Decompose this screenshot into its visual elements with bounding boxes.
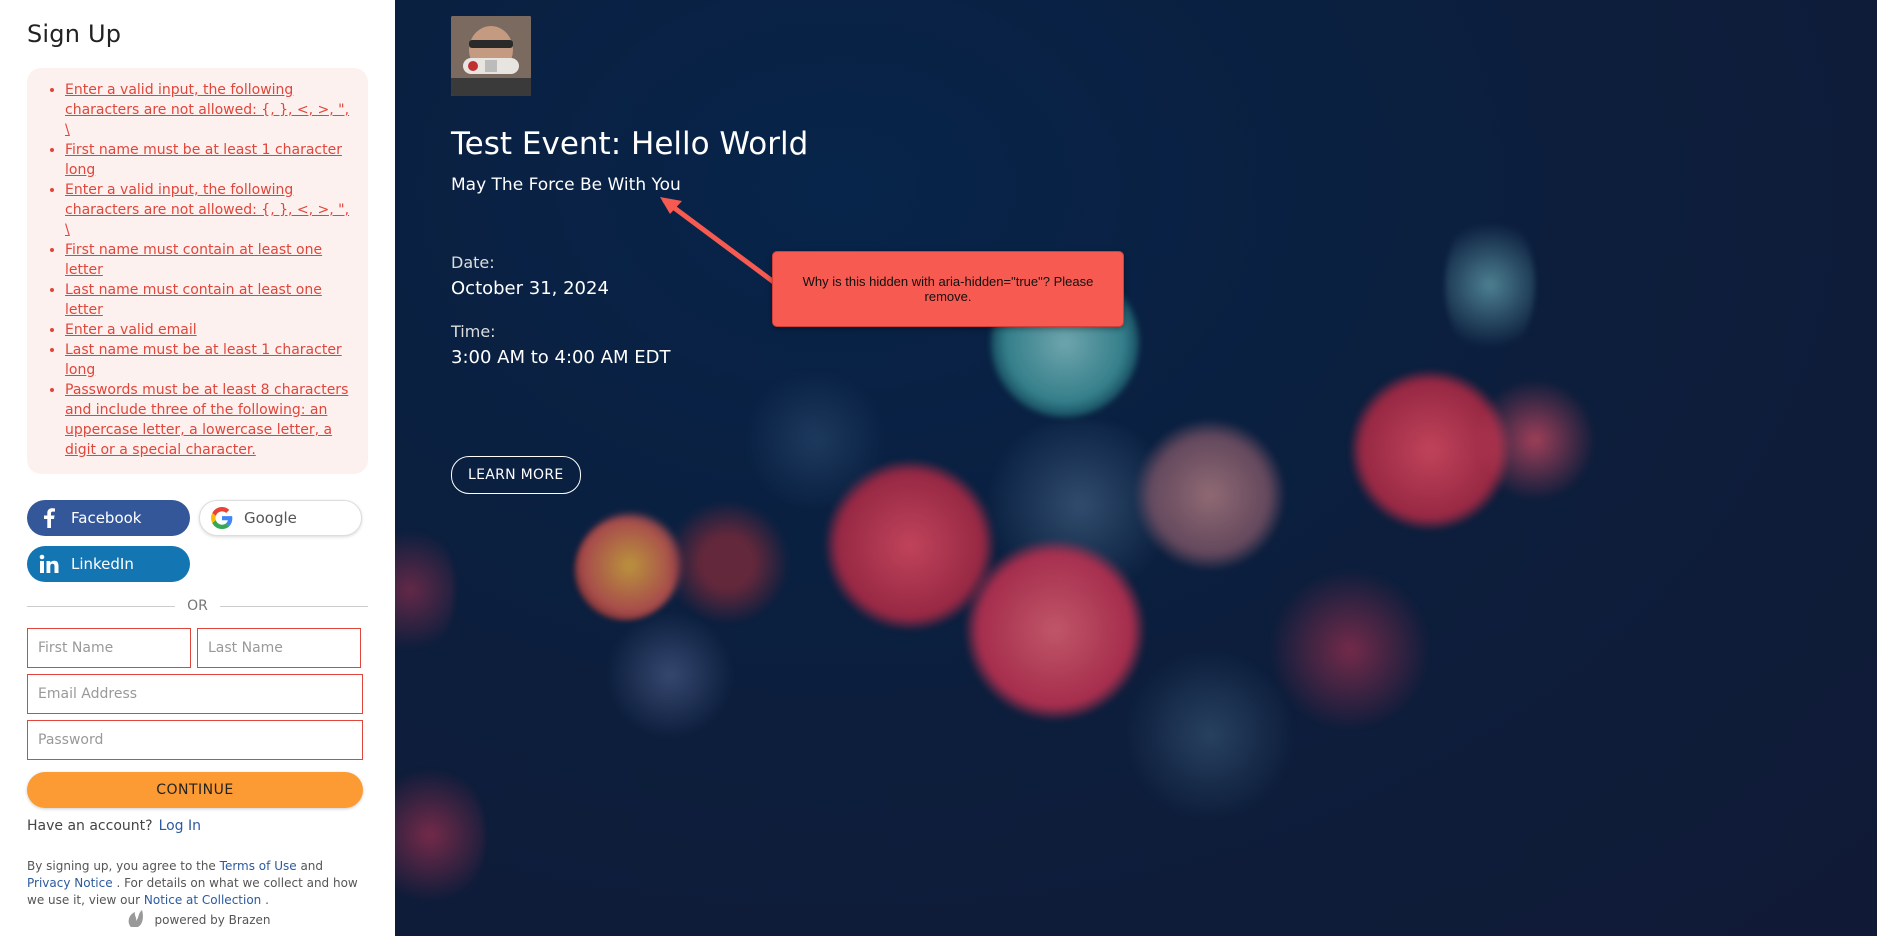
error-item[interactable]: First name must contain at least one let… bbox=[65, 240, 352, 280]
google-button[interactable]: Google bbox=[199, 500, 362, 536]
event-hero: Test Event: Hello World May The Force Be… bbox=[395, 0, 1877, 936]
divider-line bbox=[219, 605, 368, 607]
error-item[interactable]: Last name must contain at least one lett… bbox=[65, 280, 352, 320]
google-label: Google bbox=[244, 509, 297, 527]
privacy-link[interactable]: Privacy Notice bbox=[27, 876, 113, 890]
error-item[interactable]: Passwords must be at least 8 characters … bbox=[65, 380, 352, 460]
page-title: Sign Up bbox=[27, 20, 122, 48]
notice-collection-link[interactable]: Notice at Collection bbox=[144, 893, 261, 907]
or-divider: OR bbox=[27, 598, 368, 614]
terms-link[interactable]: Terms of Use bbox=[220, 859, 297, 873]
facebook-icon bbox=[27, 508, 71, 528]
have-account-text: Have an account? bbox=[27, 818, 153, 834]
powered-by: powered by Brazen bbox=[0, 907, 395, 932]
last-name-field[interactable]: Last Name bbox=[197, 628, 361, 668]
linkedin-button[interactable]: LinkedIn bbox=[27, 546, 190, 582]
legal-text: By signing up, you agree to the Terms of… bbox=[27, 859, 358, 907]
social-login-group: Facebook Google LinkedIn bbox=[27, 500, 368, 582]
error-item[interactable]: Last name must be at least 1 character l… bbox=[65, 340, 352, 380]
facebook-button[interactable]: Facebook bbox=[27, 500, 190, 536]
or-label: OR bbox=[187, 598, 208, 614]
brazen-logo-icon bbox=[125, 907, 147, 932]
error-summary: Enter a valid input, the following chara… bbox=[27, 68, 368, 474]
first-name-field[interactable]: First Name bbox=[27, 628, 191, 668]
password-field[interactable]: Password bbox=[27, 720, 363, 760]
error-item[interactable]: Enter a valid input, the following chara… bbox=[65, 180, 352, 240]
annotation-callout: Why is this hidden with aria-hidden="tru… bbox=[772, 251, 1124, 327]
continue-button[interactable]: CONTINUE bbox=[27, 772, 363, 808]
annotation-arrow bbox=[660, 197, 778, 286]
name-row: First Name Last Name bbox=[27, 628, 368, 668]
have-account-row: Have an account? Log In bbox=[27, 818, 368, 834]
linkedin-icon bbox=[27, 554, 71, 574]
email-field[interactable]: Email Address bbox=[27, 674, 363, 714]
login-link[interactable]: Log In bbox=[159, 818, 201, 834]
signup-panel: Sign Up Enter a valid input, the followi… bbox=[0, 0, 395, 936]
divider-line bbox=[27, 605, 176, 607]
google-icon bbox=[200, 507, 244, 529]
error-item[interactable]: Enter a valid input, the following chara… bbox=[65, 80, 352, 140]
facebook-label: Facebook bbox=[71, 509, 142, 527]
error-item[interactable]: First name must be at least 1 character … bbox=[65, 140, 352, 180]
linkedin-label: LinkedIn bbox=[71, 555, 134, 573]
error-item[interactable]: Enter a valid email bbox=[65, 320, 352, 340]
